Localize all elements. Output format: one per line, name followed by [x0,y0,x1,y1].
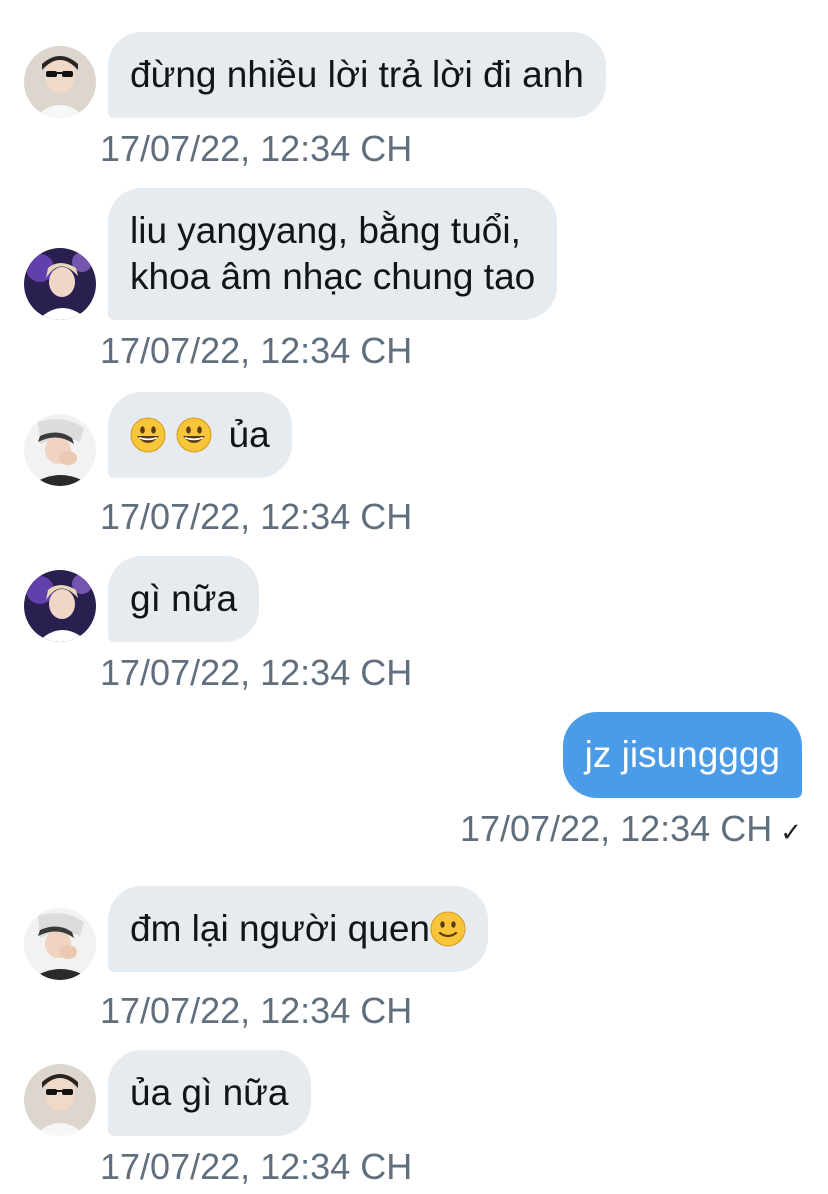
timestamp-text: 17/07/22, 12:34 CH [459,808,773,849]
message-text-line: khoa âm nhạc chung tao [130,256,536,297]
message-bubble[interactable]: ủa [108,392,292,478]
message-text: jz jisungggg [584,734,780,775]
message-bubble[interactable]: ủa gì nữa [108,1050,311,1136]
avatar-hand-face[interactable] [24,414,96,486]
outgoing-message-bubble[interactable]: jz jisungggg [562,712,802,798]
message-bubble[interactable]: đừng nhiều lời trả lời đi anh [108,32,606,118]
message-timestamp: 17/07/22, 12:34 CH [100,330,413,371]
avatar-sunglasses[interactable] [24,1064,96,1136]
message-text: gì nữa [130,578,238,619]
message-timestamp: 17/07/22, 12:34 CH [100,652,413,693]
slightly-smiling-face-icon [430,911,466,947]
sent-check-icon: ✓ [780,817,802,847]
grinning-face-icon [130,417,166,453]
grinning-face-icon [176,417,212,453]
avatar-sunglasses[interactable] [24,46,96,118]
avatar-hand-face[interactable] [24,908,96,980]
message-text: đừng nhiều lời trả lời đi anh [130,54,584,95]
message-text: đm lại người quen [130,908,430,949]
message-bubble[interactable]: gì nữa [108,556,260,642]
message-text: ủa [228,414,270,455]
avatar-purple-stage[interactable] [24,248,96,320]
message-text: ủa gì nữa [130,1072,289,1113]
avatar-purple-stage[interactable] [24,570,96,642]
message-bubble[interactable]: liu yangyang, bằng tuổi, khoa âm nhạc ch… [108,188,558,320]
message-timestamp: 17/07/22, 12:34 CH [100,990,413,1031]
message-timestamp: 17/07/22, 12:34 CH [100,128,413,169]
message-timestamp: 17/07/22, 12:34 CH [100,1146,413,1187]
message-bubble[interactable]: đm lại người quen [108,886,488,972]
message-timestamp: 17/07/22, 12:34 CH [100,496,413,537]
message-text-line: liu yangyang, bằng tuổi, [130,210,521,251]
message-timestamp: 17/07/22, 12:34 CH ✓ [460,808,802,850]
